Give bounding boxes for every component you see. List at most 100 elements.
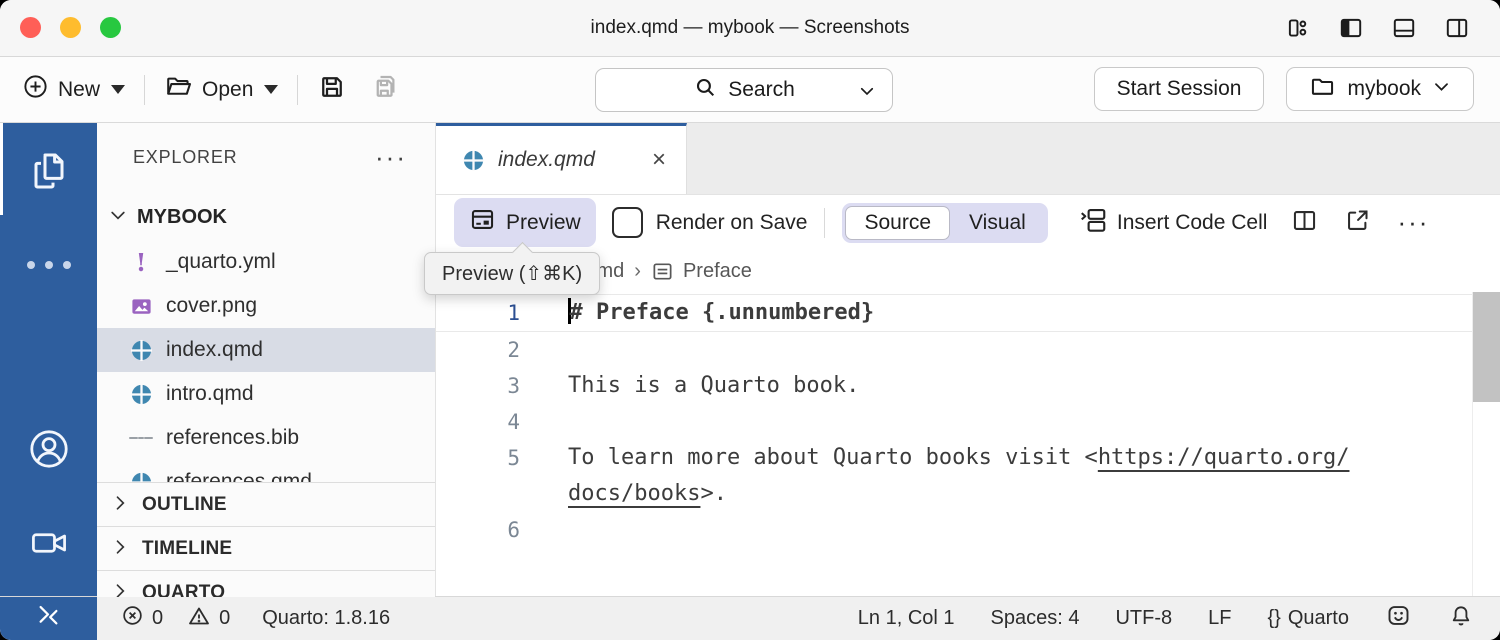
toggle-primary-sidebar-icon[interactable]	[1338, 15, 1364, 41]
editor-scrollbar[interactable]	[1472, 292, 1500, 597]
image-icon	[129, 295, 153, 318]
code-line-5-wrap[interactable]: docs/books>.	[436, 476, 1500, 512]
error-icon	[121, 604, 144, 633]
explorer-view-button[interactable]	[0, 147, 97, 200]
open-label: Open	[202, 78, 253, 102]
new-label: New	[58, 78, 100, 102]
remote-indicator[interactable]	[0, 597, 97, 640]
source-mode-button[interactable]: Source	[845, 206, 950, 240]
code-line-5[interactable]: 5 To learn more about Quarto books visit…	[436, 440, 1500, 476]
tab-index-qmd[interactable]: index.qmd ×	[436, 123, 687, 194]
new-button[interactable]: New	[22, 73, 125, 106]
save-button[interactable]	[317, 72, 347, 108]
explorer-sidebar: EXPLORER ··· MYBOOK ! _quarto.yml cover.…	[97, 123, 436, 597]
render-on-save-label: Render on Save	[656, 211, 808, 235]
open-button[interactable]: Open	[164, 72, 278, 107]
breadcrumb-heading[interactable]: Preface	[683, 260, 752, 283]
code-line-2[interactable]: 2	[436, 332, 1500, 368]
open-in-new-window-icon[interactable]	[1344, 207, 1371, 239]
workspace-root-label: MYBOOK	[137, 206, 227, 229]
braces-icon: {}	[1267, 607, 1280, 630]
folder-icon	[1309, 73, 1336, 106]
status-left: 0 0 Quarto: 1.8.16	[121, 604, 390, 634]
save-all-icon	[369, 72, 399, 108]
scrollbar-thumb[interactable]	[1473, 292, 1500, 402]
workspace-switcher-button[interactable]: mybook	[1286, 67, 1474, 111]
editor-action-bar: Preview Render on Save Source Visual Ins…	[436, 195, 1500, 250]
warning-count: 0	[219, 607, 230, 630]
start-session-button[interactable]: Start Session	[1094, 67, 1265, 111]
code-line-3[interactable]: 3 This is a Quarto book.	[436, 368, 1500, 404]
file-row-cover-png[interactable]: cover.png	[97, 284, 435, 328]
chevron-right-icon: ›	[634, 260, 641, 283]
window-title: index.qmd — mybook — Screenshots	[0, 0, 1500, 56]
file-row-index-qmd[interactable]: index.qmd	[97, 328, 435, 372]
search-placeholder: Search	[728, 78, 795, 102]
quarto-icon	[129, 339, 153, 362]
render-on-save-checkbox[interactable]	[612, 207, 643, 238]
cursor-position[interactable]: Ln 1, Col 1	[858, 607, 955, 630]
notifications-bell-icon[interactable]	[1448, 603, 1474, 635]
file-row-quarto-yml[interactable]: ! _quarto.yml	[97, 240, 435, 284]
files-icon	[25, 147, 73, 200]
toggle-secondary-sidebar-icon[interactable]	[1444, 15, 1470, 41]
toolbar-divider	[144, 75, 145, 105]
bibliography-icon	[129, 434, 153, 443]
chevron-down-icon	[858, 82, 876, 106]
title-bar: index.qmd — mybook — Screenshots	[0, 0, 1500, 57]
workspace-root-row[interactable]: MYBOOK	[97, 195, 435, 239]
code-line-1[interactable]: 1 # Preface {.unnumbered}	[436, 294, 1473, 332]
eol-sequence[interactable]: LF	[1208, 607, 1231, 630]
warning-icon	[187, 604, 211, 634]
split-editor-icon[interactable]	[1291, 207, 1318, 239]
app-window: index.qmd — mybook — Screenshots New	[0, 0, 1500, 640]
workbench: EXPLORER ··· MYBOOK ! _quarto.yml cover.…	[0, 123, 1500, 597]
render-on-save-control[interactable]: Render on Save	[612, 207, 808, 238]
sidebar-section-quarto[interactable]: QUARTO	[97, 570, 435, 597]
code-line-6[interactable]: 6	[436, 512, 1500, 548]
url-link[interactable]: docs/books	[568, 481, 700, 506]
activity-bar	[0, 123, 97, 597]
encoding[interactable]: UTF-8	[1115, 607, 1172, 630]
indentation[interactable]: Spaces: 4	[991, 607, 1080, 630]
chevron-right-icon	[110, 493, 130, 518]
code-editor[interactable]: 1 # Preface {.unnumbered} 2 3 This is a …	[436, 292, 1500, 597]
file-actions: New Open	[22, 57, 399, 122]
account-button[interactable]	[0, 425, 97, 478]
feedback-smiley-icon[interactable]	[1385, 602, 1412, 635]
close-tab-icon[interactable]: ×	[652, 148, 666, 172]
more-views-button[interactable]	[0, 261, 97, 269]
save-all-button[interactable]	[369, 72, 399, 108]
heading-symbol-icon	[651, 260, 674, 283]
dropdown-caret-icon	[264, 85, 278, 94]
problems-indicator[interactable]: 0 0	[121, 604, 230, 634]
sidebar-section-outline[interactable]: OUTLINE	[97, 482, 435, 527]
sidebar-section-timeline[interactable]: TIMELINE	[97, 526, 435, 571]
search-input[interactable]: Search	[595, 68, 893, 112]
quarto-icon	[129, 383, 153, 406]
editor-area: index.qmd × Preview Render on Save Sourc…	[436, 123, 1500, 597]
explorer-more-actions-button[interactable]: ···	[375, 135, 407, 179]
code-line-4[interactable]: 4	[436, 404, 1500, 440]
file-row-intro-qmd[interactable]: intro.qmd	[97, 372, 435, 416]
insert-code-cell-button[interactable]: Insert Code Cell	[1078, 205, 1268, 241]
toggle-panel-icon[interactable]	[1391, 15, 1417, 41]
source-visual-toggle: Source Visual	[842, 203, 1047, 243]
quarto-version[interactable]: Quarto: 1.8.16	[262, 607, 390, 630]
preview-icon	[469, 206, 496, 239]
customize-layout-icon[interactable]	[1285, 15, 1311, 41]
url-link[interactable]: https://quarto.org/	[1098, 445, 1350, 470]
editor-icon-buttons: ···	[1291, 207, 1429, 239]
chevron-right-icon	[110, 581, 130, 598]
visual-mode-button[interactable]: Visual	[950, 206, 1045, 240]
video-camera-icon	[27, 521, 71, 570]
more-actions-icon[interactable]: ···	[1397, 216, 1429, 229]
status-right: Ln 1, Col 1 Spaces: 4 UTF-8 LF {} Quarto	[858, 602, 1474, 635]
screencast-button[interactable]	[0, 521, 97, 570]
remote-icon	[35, 602, 62, 635]
file-row-references-bib[interactable]: references.bib	[97, 416, 435, 460]
toolbar-divider	[297, 75, 298, 105]
language-mode[interactable]: {} Quarto	[1267, 607, 1349, 630]
preview-button[interactable]: Preview	[454, 198, 596, 247]
error-count: 0	[152, 607, 163, 630]
